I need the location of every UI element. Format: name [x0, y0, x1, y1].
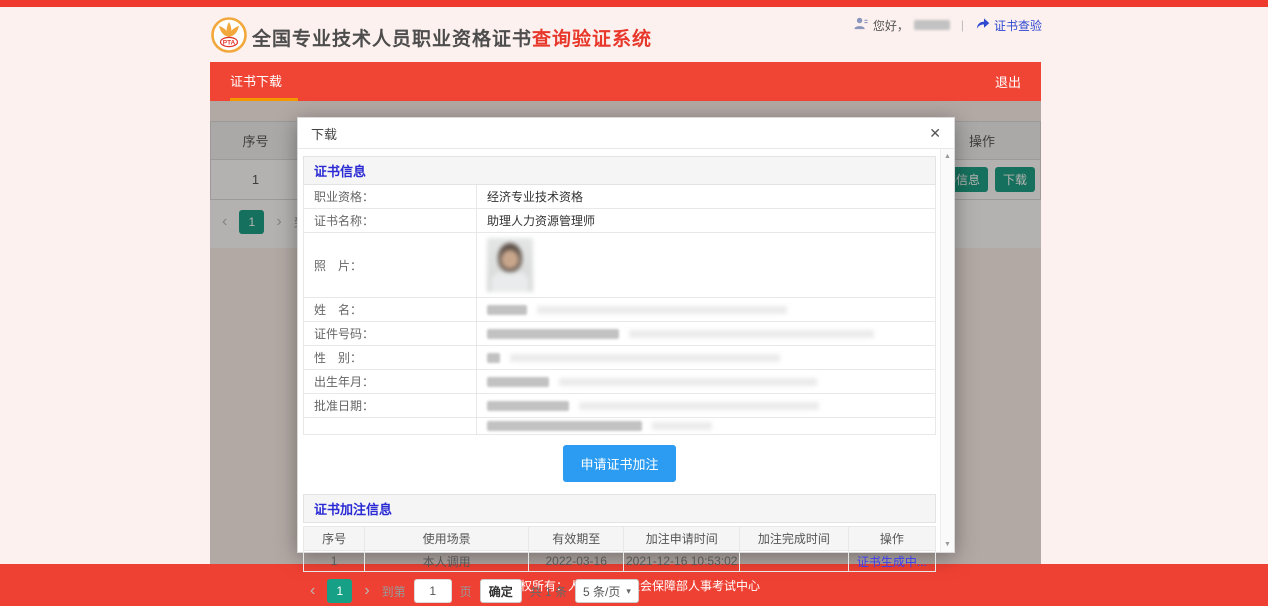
field-label: 性 别：	[304, 346, 477, 370]
info-row: 批准日期：	[304, 394, 936, 418]
field-label: 证件号码：	[304, 322, 477, 346]
user-area: 您好， | 证书查验	[853, 16, 1042, 34]
nav-shell: 证书下载 退出	[210, 62, 1041, 101]
anno-col-action: 操作	[848, 527, 935, 551]
page-size-value: 5 条/页	[583, 583, 620, 600]
modal-body: 证书信息 职业资格： 经济专业技术资格 证书名称： 助理人力资源管理师 照 片：	[298, 149, 954, 552]
info-row	[304, 418, 936, 435]
main-nav: 证书下载 退出	[210, 62, 1041, 101]
page-title-main: 全国专业技术人员职业资格证书	[252, 29, 532, 50]
anno-valid-until: 2022-03-16	[528, 551, 623, 572]
download-modal: 下载 ✕ 证书信息 职业资格： 经济专业技术资格 证书名称： 助理人力资源管理师…	[297, 117, 955, 553]
anno-scene: 本人调用	[365, 551, 529, 572]
goto-page-input[interactable]	[414, 579, 452, 603]
goto-suffix-label: 页	[460, 583, 472, 600]
field-label: 证书名称：	[304, 209, 477, 233]
annotation-header-row: 序号 使用场景 有效期至 加注申请时间 加注完成时间 操作	[304, 527, 936, 551]
field-value-redacted	[477, 370, 936, 394]
field-label: 批准日期：	[304, 394, 477, 418]
field-value: 经济专业技术资格	[477, 185, 936, 209]
certificate-info-section-title: 证书信息	[303, 156, 936, 185]
apply-button-row: 申请证书加注	[303, 445, 936, 482]
annotation-row: 1 本人调用 2022-03-16 2021-12-16 10:53:02 证书…	[304, 551, 936, 572]
field-value-photo	[477, 233, 936, 298]
info-row: 职业资格： 经济专业技术资格	[304, 185, 936, 209]
info-row: 出生年月：	[304, 370, 936, 394]
share-arrow-icon	[975, 17, 990, 33]
tab-certificate-download-label: 证书下载	[230, 74, 282, 89]
field-label: 姓 名：	[304, 298, 477, 322]
scroll-down-icon[interactable]: ▼	[941, 541, 954, 548]
modal-scrollbar[interactable]: ▲ ▼	[940, 149, 954, 552]
site-header: PTA 全国专业技术人员职业资格证书查询验证系统 您好， |	[0, 7, 1268, 62]
info-row: 性 别：	[304, 346, 936, 370]
scroll-up-icon[interactable]: ▲	[941, 153, 954, 160]
top-red-strip	[0, 0, 1268, 7]
annotation-table: 序号 使用场景 有效期至 加注申请时间 加注完成时间 操作 1 本人调用 202…	[303, 526, 936, 572]
anno-col-scene: 使用场景	[365, 527, 529, 551]
annotation-section-title: 证书加注信息	[303, 494, 936, 523]
modal-pagination: ‹ 1 › 到第 页 确定 共 1 条 5 条/页 ▾	[303, 572, 936, 603]
field-value-redacted	[477, 394, 936, 418]
apply-annotation-button[interactable]: 申请证书加注	[563, 445, 675, 482]
certificate-verification-page: PTA 全国专业技术人员职业资格证书查询验证系统 您好， |	[0, 0, 1268, 606]
field-label: 出生年月：	[304, 370, 477, 394]
pta-logo-icon: PTA	[210, 16, 248, 59]
confirm-page-button[interactable]: 确定	[480, 579, 522, 603]
anno-col-index: 序号	[304, 527, 365, 551]
pta-logo-text: PTA	[223, 39, 236, 46]
prev-page-icon[interactable]: ‹	[306, 583, 319, 599]
field-label: 职业资格：	[304, 185, 477, 209]
tab-certificate-download[interactable]: 证书下载	[210, 62, 302, 101]
anno-col-valid: 有效期至	[528, 527, 623, 551]
total-count-label: 共 1 条	[530, 583, 567, 600]
logout-button[interactable]: 退出	[975, 72, 1041, 91]
field-value: 助理人力资源管理师	[477, 209, 936, 233]
verify-link-label: 证书查验	[994, 17, 1042, 34]
info-row: 证件号码：	[304, 322, 936, 346]
close-icon[interactable]: ✕	[929, 126, 941, 140]
field-label: 照 片：	[304, 233, 477, 298]
next-page-icon[interactable]: ›	[360, 583, 373, 599]
greeting-text: 您好，	[873, 17, 909, 34]
goto-prefix-label: 到第	[382, 583, 406, 600]
page-title: 全国专业技术人员职业资格证书查询验证系统	[252, 24, 652, 51]
verify-certificate-link[interactable]: 证书查验	[975, 17, 1042, 34]
brand: PTA 全国专业技术人员职业资格证书查询验证系统	[210, 16, 652, 59]
anno-complete-time	[740, 551, 849, 572]
separator: |	[961, 18, 964, 32]
anno-index: 1	[304, 551, 365, 572]
certificate-info-table: 职业资格： 经济专业技术资格 证书名称： 助理人力资源管理师 照 片：	[303, 185, 936, 435]
page-title-accent: 查询验证系统	[532, 29, 652, 50]
anno-col-complete-time: 加注完成时间	[740, 527, 849, 551]
anno-col-apply-time: 加注申请时间	[624, 527, 740, 551]
modal-header: 下载 ✕	[298, 118, 954, 149]
field-value-redacted	[477, 346, 936, 370]
modal-title: 下载	[311, 124, 337, 143]
current-page-button[interactable]: 1	[327, 579, 352, 603]
user-icon	[853, 16, 868, 34]
chevron-down-icon: ▾	[626, 586, 631, 597]
info-row: 姓 名：	[304, 298, 936, 322]
certificate-generating-link[interactable]: 证书生成中...	[857, 555, 927, 569]
field-value-redacted	[477, 298, 936, 322]
anno-apply-time: 2021-12-16 10:53:02	[624, 551, 740, 572]
info-row: 证书名称： 助理人力资源管理师	[304, 209, 936, 233]
user-name-redacted	[914, 20, 950, 30]
page-size-select[interactable]: 5 条/页 ▾	[575, 579, 639, 603]
field-value-redacted	[477, 322, 936, 346]
info-row-photo: 照 片：	[304, 233, 936, 298]
field-value-redacted	[477, 418, 936, 435]
field-label	[304, 418, 477, 435]
certificate-photo	[487, 238, 533, 292]
